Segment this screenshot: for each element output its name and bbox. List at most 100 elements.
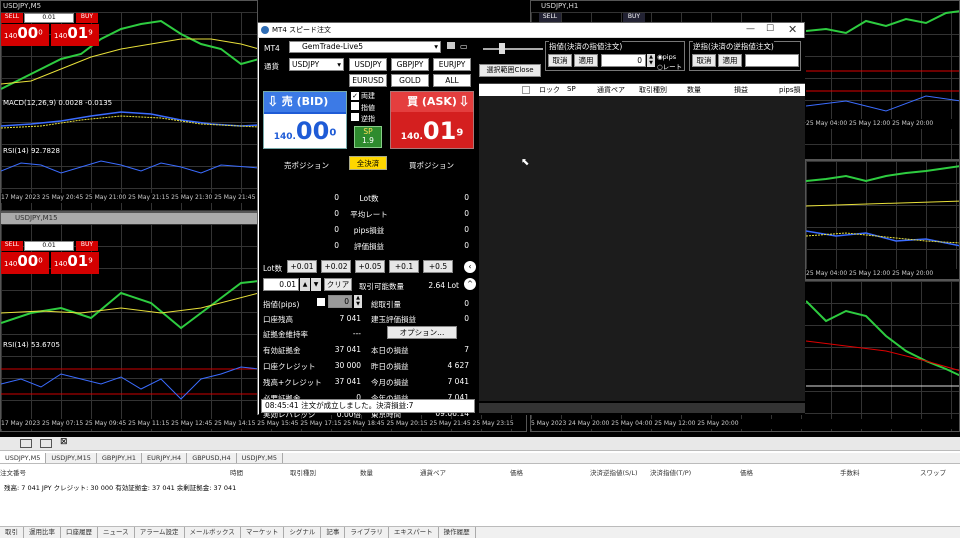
slider-thumb[interactable] xyxy=(499,43,505,54)
quick-symbol-eurusd[interactable]: EURUSD xyxy=(349,74,387,87)
orders-column-header[interactable]: 価格 xyxy=(510,467,523,477)
limit-checkbox[interactable] xyxy=(317,298,325,306)
tp-value-input[interactable]: 0 xyxy=(601,54,646,67)
terminal-tab[interactable]: 記事 xyxy=(321,527,346,538)
symbol-select[interactable]: USDJPY ▾ xyxy=(289,58,344,71)
orders-column-header[interactable]: 決済指値(T/P) xyxy=(650,467,691,477)
minimize-icon[interactable]: — xyxy=(746,24,755,34)
terminal-tab[interactable]: ニュース xyxy=(98,527,135,538)
terminal-tab[interactable]: マーケット xyxy=(241,527,285,538)
chart-tab[interactable]: EURJPY,H4 xyxy=(142,453,188,463)
quick-symbol-usdjpy[interactable]: USDJPY xyxy=(349,58,387,71)
limit-pips-input[interactable]: 0 xyxy=(328,295,352,308)
spin-up-icon[interactable]: ▲ xyxy=(300,278,310,291)
chart-window-usdjpy-m5[interactable]: USDJPY,M5 SELL 0.01 BUY 140000 140019 MA… xyxy=(0,0,258,212)
sell-bid-button[interactable]: ⇩ 売 (BID) 140.000 xyxy=(263,91,347,149)
clear-button[interactable]: クリア xyxy=(324,278,352,291)
orders-column-header[interactable]: 数量 xyxy=(360,467,373,477)
lot-step-button[interactable]: +0.02 xyxy=(321,260,351,273)
hedge-option[interactable]: ✓ 両建 xyxy=(351,91,386,102)
chevron-left-icon[interactable]: ‹ xyxy=(464,261,476,273)
buy-button[interactable]: BUY xyxy=(76,13,98,23)
terminal-tab[interactable]: 取引 xyxy=(0,527,24,538)
window-icon[interactable] xyxy=(40,439,52,448)
checkbox-icon[interactable] xyxy=(351,113,359,121)
lot-input[interactable]: 0.01 xyxy=(24,13,74,23)
tp-apply-button[interactable]: 適用 xyxy=(574,54,598,67)
orders-column-header[interactable]: 通貨ペア xyxy=(420,467,446,477)
chart-tab[interactable]: USDJPY,M5 xyxy=(0,453,47,463)
column-header[interactable]: 通貨ペア xyxy=(597,85,625,95)
limit-option[interactable]: 指値 xyxy=(351,102,386,113)
chevron-up-icon[interactable]: ^ xyxy=(464,278,476,290)
bid-price-tile[interactable]: 140000 xyxy=(1,24,49,46)
orders-column-header[interactable]: 取引種別 xyxy=(290,467,316,477)
chart-tab[interactable]: GBPJPY,H1 xyxy=(97,453,143,463)
terminal-tab[interactable]: エキスパート xyxy=(389,527,439,538)
select-all-checkbox[interactable] xyxy=(522,86,530,94)
orders-column-header[interactable]: スワップ xyxy=(920,467,946,477)
order-slider[interactable] xyxy=(483,48,543,50)
ask-price-tile[interactable]: 140019 xyxy=(51,24,99,46)
lot-step-button[interactable]: +0.01 xyxy=(287,260,317,273)
terminal-tab[interactable]: アラーム設定 xyxy=(135,527,185,538)
terminal-tab[interactable]: シグナル xyxy=(284,527,322,538)
column-header[interactable]: 取引種別 xyxy=(639,85,667,95)
orders-column-header[interactable]: 決済逆指値(S/L) xyxy=(590,467,638,477)
chart-tab[interactable]: USDJPY,M5 xyxy=(237,453,283,463)
close-all-button[interactable]: 全決済 xyxy=(349,156,387,170)
quick-symbol-eurjpy[interactable]: EURJPY xyxy=(433,58,471,71)
column-header[interactable]: pips損 xyxy=(779,85,800,95)
sell-button[interactable]: SELL xyxy=(1,241,23,251)
terminal-tab[interactable]: メールボックス xyxy=(185,527,241,538)
lot-step-button[interactable]: +0.05 xyxy=(355,260,385,273)
close-icon[interactable]: ✕ xyxy=(788,23,797,36)
column-header[interactable]: 数量 xyxy=(687,85,701,95)
quick-symbol-gbpjpy[interactable]: GBPJPY xyxy=(391,58,429,71)
range-close-button[interactable]: 選択範囲Close xyxy=(479,64,541,77)
speed-order-dialog[interactable]: MT4 スピード注文 — ☐ ✕ MT4 GemTrade-Live5 ▾ ▭ … xyxy=(257,22,805,419)
stop-option[interactable]: 逆指 xyxy=(351,113,386,124)
window-icon[interactable] xyxy=(20,439,32,448)
buy-ask-button[interactable]: 買 (ASK) ⇩ 140.019 xyxy=(390,91,474,149)
orders-column-header[interactable]: 時間 xyxy=(230,467,243,477)
orders-column-header[interactable]: 価格 xyxy=(740,467,753,477)
close-icon[interactable]: ⊠ xyxy=(60,437,68,447)
limit-spin-icon[interactable]: ▲ ▼ xyxy=(354,295,362,308)
sl-apply-button[interactable]: 適用 xyxy=(718,54,742,67)
tp-rate-option[interactable]: ○レート xyxy=(657,61,682,71)
spin-down-icon[interactable]: ▼ xyxy=(311,278,321,291)
tp-cancel-button[interactable]: 取消 xyxy=(548,54,572,67)
lot-input[interactable]: 0.01 xyxy=(263,278,299,291)
horizontal-scrollbar[interactable] xyxy=(479,403,805,413)
column-header[interactable]: SP xyxy=(567,85,576,93)
account-select[interactable]: GemTrade-Live5 ▾ xyxy=(289,41,441,53)
quick-symbol-all[interactable]: ALL xyxy=(433,74,471,87)
terminal-tab[interactable]: 口座履歴 xyxy=(61,527,98,538)
buy-button[interactable]: BUY xyxy=(76,241,98,251)
terminal-tab[interactable]: 運用比率 xyxy=(24,527,61,538)
lot-input[interactable]: 0.01 xyxy=(24,241,74,251)
sell-button[interactable]: SELL xyxy=(1,13,23,23)
terminal-tab[interactable]: 操作履歴 xyxy=(439,527,476,538)
folder-icon[interactable] xyxy=(447,42,455,49)
column-header[interactable]: 損益 xyxy=(734,85,748,95)
lot-step-button[interactable]: +0.5 xyxy=(423,260,453,273)
orders-column-header[interactable]: 手数料 xyxy=(840,467,860,477)
maximize-icon[interactable]: ☐ xyxy=(766,24,774,34)
chart-window-right-middle[interactable]: 25 May 04:00 25 May 12:00 25 May 20:00 xyxy=(805,160,960,280)
checkbox-checked-icon[interactable]: ✓ xyxy=(351,92,359,100)
checkbox-icon[interactable] xyxy=(351,102,359,110)
settings-icon[interactable]: ▭ xyxy=(460,42,468,51)
sl-cancel-button[interactable]: 取消 xyxy=(692,54,716,67)
sl-value-input[interactable] xyxy=(745,54,799,67)
chart-tab[interactable]: USDJPY,M15 xyxy=(46,453,97,463)
chart-tab[interactable]: GBPUSD,H4 xyxy=(187,453,237,463)
tp-pips-option[interactable]: ◉pips xyxy=(657,53,676,61)
orders-column-header[interactable]: 注文番号 xyxy=(0,467,26,477)
options-button[interactable]: オプション... xyxy=(387,326,457,339)
lot-step-button[interactable]: +0.1 xyxy=(389,260,419,273)
quick-symbol-gold[interactable]: GOLD xyxy=(391,74,429,87)
terminal-tab[interactable]: ライブラリ xyxy=(345,527,389,538)
column-header[interactable]: ロック xyxy=(539,85,560,95)
